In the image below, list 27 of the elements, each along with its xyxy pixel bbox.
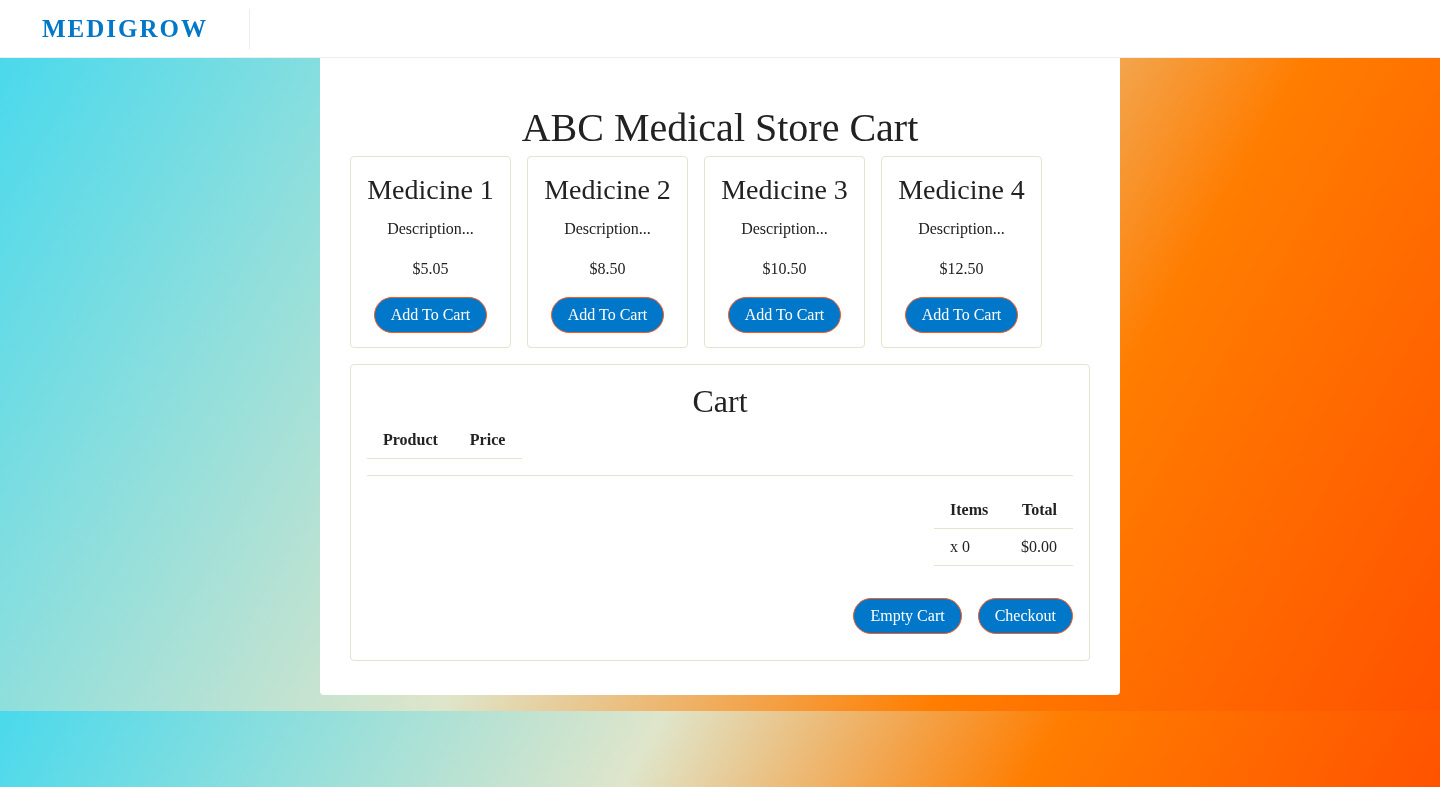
product-price: $8.50: [589, 259, 626, 279]
add-to-cart-button[interactable]: Add To Cart: [904, 297, 1019, 333]
product-description: Description...: [918, 219, 1005, 240]
checkout-button[interactable]: Checkout: [977, 598, 1073, 634]
column-header: Product: [382, 430, 439, 450]
add-to-cart-button[interactable]: Add To Cart: [727, 297, 842, 333]
empty-cart-button[interactable]: Empty Cart: [853, 598, 962, 634]
product-name: Medicine 2: [544, 173, 671, 207]
page-title: ABC Medical Store Cart: [520, 104, 920, 152]
cart-title: Cart: [691, 382, 749, 420]
product-name: Medicine 3: [721, 173, 848, 207]
table-cell-text: $0.00: [1021, 537, 1057, 557]
column-header: Price: [468, 430, 507, 450]
product-name: Medicine 1: [367, 173, 494, 207]
product-description: Description...: [564, 219, 651, 240]
product-price: $5.05: [412, 259, 449, 279]
add-to-cart-button[interactable]: Add To Cart: [373, 297, 488, 333]
product-description: Description...: [741, 219, 828, 240]
product-name: Medicine 4: [898, 173, 1025, 207]
column-header: Total: [1022, 500, 1057, 520]
column-header: Items: [950, 500, 989, 520]
product-price: $12.50: [939, 259, 984, 279]
table-cell-text: x 0: [950, 537, 970, 557]
add-to-cart-button[interactable]: Add To Cart: [550, 297, 665, 333]
logo[interactable]: MEDIGROW: [42, 9, 249, 48]
product-price: $10.50: [762, 259, 807, 279]
product-description: Description...: [387, 219, 474, 240]
